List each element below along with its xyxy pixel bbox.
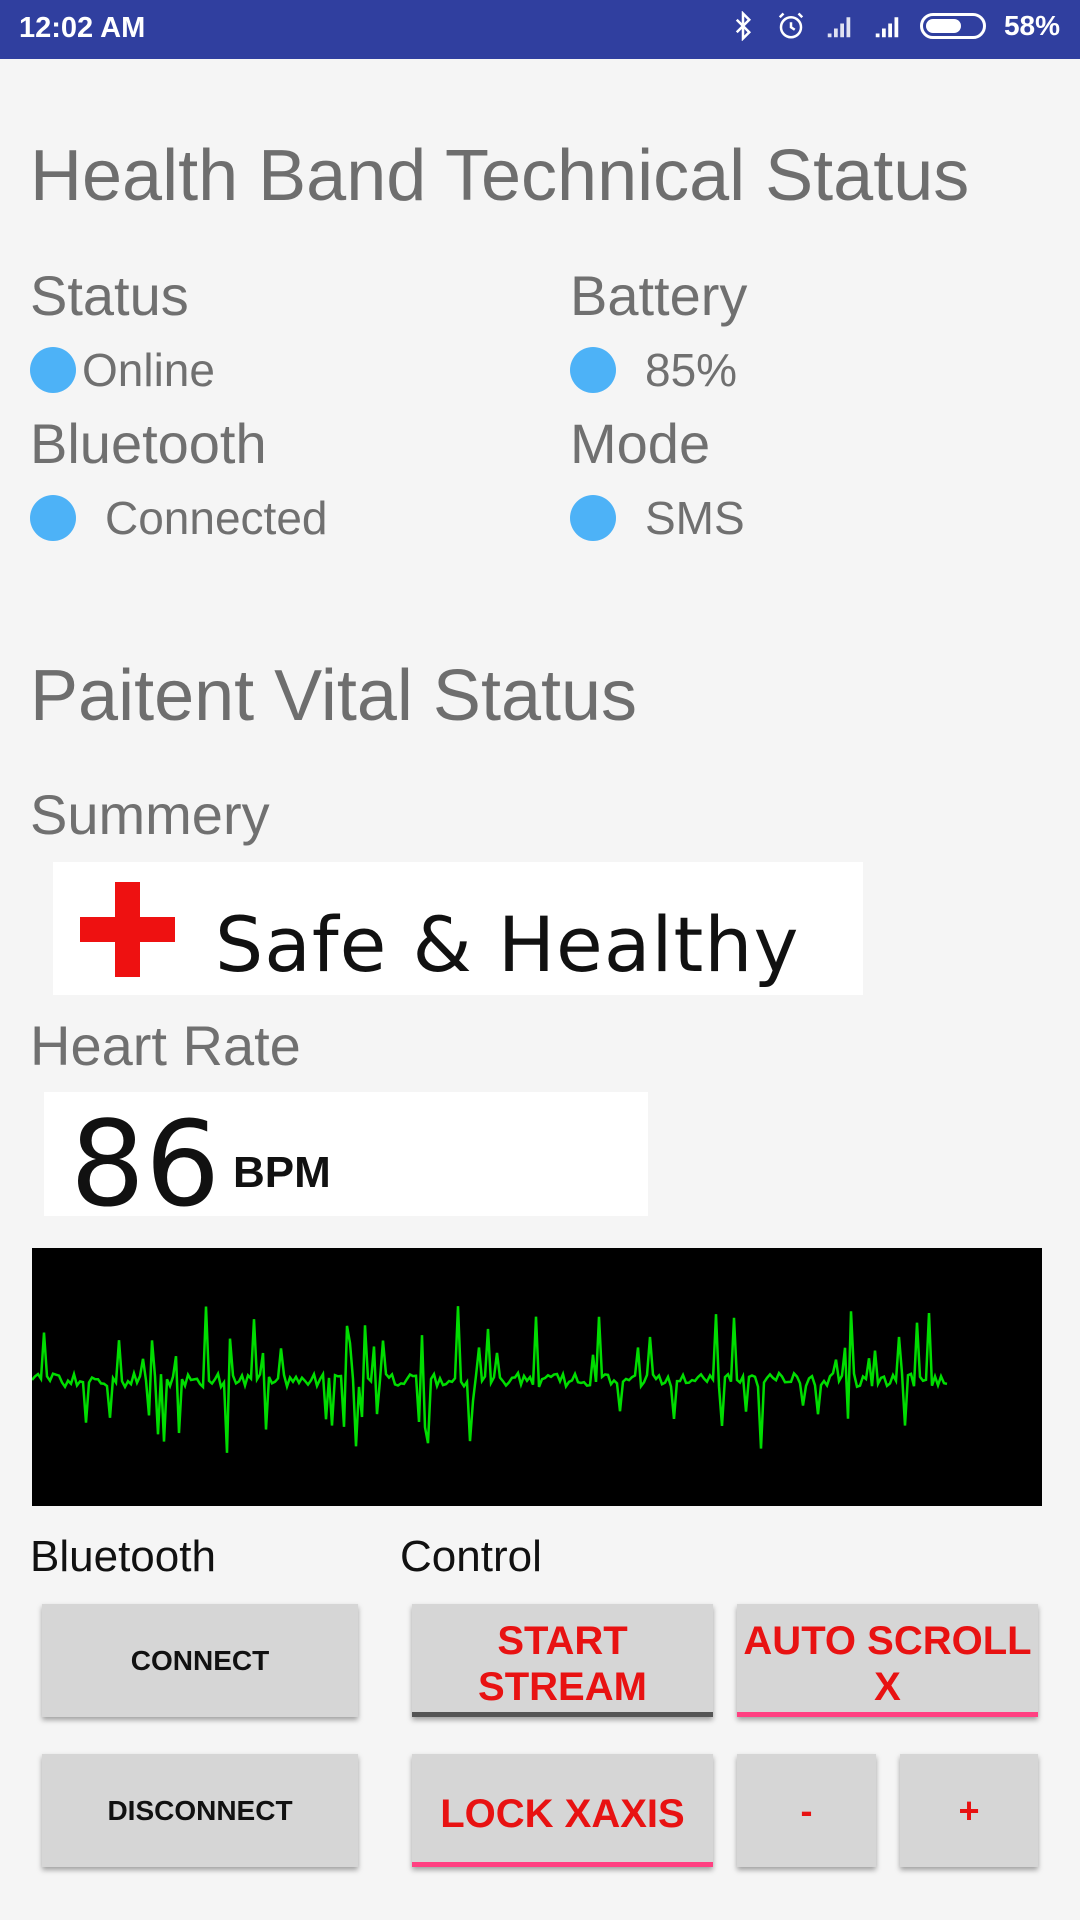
lock-xaxis-button[interactable]: LOCK XAXIS	[412, 1754, 713, 1867]
bluetooth-icon	[735, 11, 751, 41]
summary-label: Summery	[30, 783, 270, 846]
red-cross-icon	[80, 882, 175, 977]
heart-rate-unit: BPM	[233, 1148, 331, 1197]
status-bar: 12:02 AM 58%	[0, 0, 1080, 59]
battery-percentage: 58%	[1003, 10, 1060, 41]
lock-xaxis-label: LOCK XAXIS	[440, 1791, 685, 1836]
battery-value: 85%	[645, 344, 738, 396]
signal-icon	[875, 17, 899, 38]
status-icons: 58%	[728, 10, 1060, 42]
auto-scroll-x-button[interactable]: AUTO SCROLL X	[737, 1604, 1038, 1717]
bluetooth-value: Connected	[105, 492, 328, 544]
status-label: Status	[30, 264, 189, 327]
connect-button[interactable]: CONNECT	[42, 1604, 358, 1717]
battery-icon	[919, 13, 986, 39]
status-indicator-icon	[30, 347, 76, 393]
auto-scroll-x-label: AUTO SCROLL X	[743, 1618, 1032, 1709]
start-stream-label: START STREAM	[478, 1618, 647, 1709]
status-value: Online	[82, 344, 215, 396]
ecg-line	[32, 1306, 948, 1453]
signal-icon	[827, 17, 851, 38]
start-stream-button[interactable]: START STREAM	[412, 1604, 713, 1717]
bluetooth-indicator-icon	[30, 495, 76, 541]
summary-text: Safe & Healthy	[215, 900, 800, 989]
mode-label: Mode	[570, 412, 711, 475]
heart-rate-label: Heart Rate	[30, 1014, 301, 1077]
ecg-waveform-graph[interactable]	[32, 1248, 1042, 1506]
mode-value: SMS	[645, 492, 745, 544]
disconnect-button[interactable]: DISCONNECT	[42, 1754, 358, 1867]
zoom-out-button[interactable]: -	[737, 1754, 876, 1867]
alarm-icon	[778, 12, 804, 39]
zoom-in-button[interactable]: +	[900, 1754, 1038, 1867]
bluetooth-section-label: Bluetooth	[30, 1532, 216, 1581]
heart-rate-value: 86	[70, 1095, 221, 1233]
control-section-label: Control	[400, 1532, 542, 1581]
battery-indicator-icon	[570, 347, 616, 393]
status-time: 12:02 AM	[19, 12, 146, 44]
vital-status-title: Paitent Vital Status	[30, 656, 638, 736]
technical-status-title: Health Band Technical Status	[30, 136, 970, 216]
mode-indicator-icon	[570, 495, 616, 541]
bluetooth-label: Bluetooth	[30, 412, 267, 475]
battery-label: Battery	[570, 264, 748, 327]
